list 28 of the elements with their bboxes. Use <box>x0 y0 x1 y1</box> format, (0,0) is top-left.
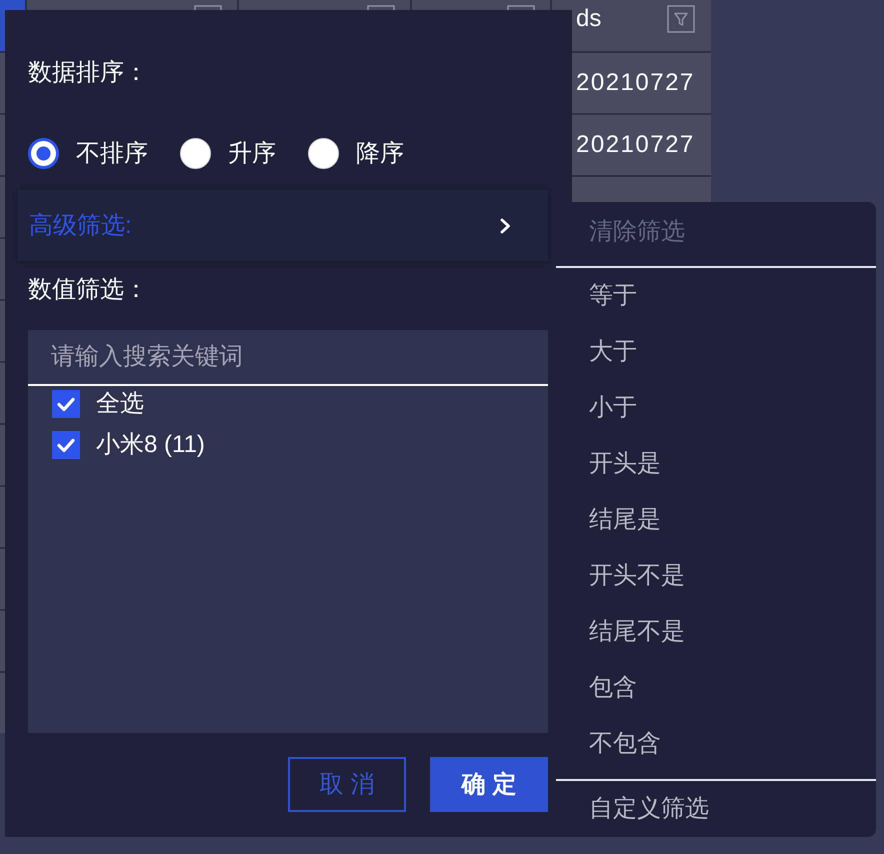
filter-icon[interactable] <box>507 5 535 10</box>
menu-item[interactable]: 开头是 <box>556 436 876 492</box>
radio-label[interactable]: 不排序 <box>76 138 148 168</box>
menu-item[interactable]: 开头不是 <box>556 548 876 604</box>
radio-label[interactable]: 升序 <box>228 138 276 168</box>
menu-item[interactable]: 不包含 <box>556 716 876 772</box>
menu-item[interactable]: 自定义筛选 <box>556 781 876 837</box>
menu-item[interactable]: 包含 <box>556 660 876 716</box>
checkbox[interactable] <box>52 431 80 459</box>
menu-item[interactable]: 结尾不是 <box>556 604 876 660</box>
confirm-button[interactable]: 确 定 <box>430 757 548 812</box>
filter-icon[interactable] <box>194 5 222 10</box>
checkbox[interactable] <box>52 390 80 418</box>
radio-label[interactable]: 降序 <box>356 138 404 168</box>
menu-item[interactable]: 小于 <box>556 380 876 436</box>
checkbox-label[interactable]: 全选 <box>96 389 144 419</box>
section-title: 数据排序： <box>28 58 148 88</box>
section-title: 数值筛选： <box>28 275 148 305</box>
filter-icon[interactable] <box>667 5 695 33</box>
chevron-right-icon <box>500 218 511 234</box>
search-field[interactable]: 请输入搜索关键词 <box>28 330 548 386</box>
menu-item[interactable]: 结尾是 <box>556 492 876 548</box>
checkbox-label[interactable]: 小米8 (11) <box>96 430 205 460</box>
menu-item[interactable]: 大于 <box>556 324 876 380</box>
column-title: ds <box>576 5 602 33</box>
menu-item[interactable]: 等于 <box>556 268 876 324</box>
radio-button[interactable] <box>28 138 59 169</box>
filter-icon[interactable] <box>367 5 395 10</box>
